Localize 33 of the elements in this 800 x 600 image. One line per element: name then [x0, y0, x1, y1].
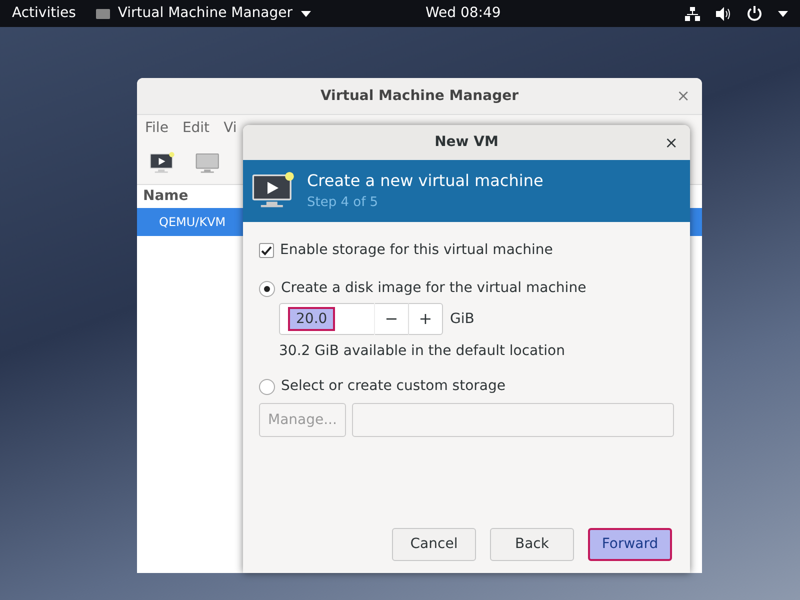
dialog-button[interactable]: Cancel — [392, 528, 476, 561]
close-button[interactable]: × — [664, 130, 678, 154]
volume-icon[interactable] — [716, 6, 731, 20]
step-label: Step 4 of 5 — [307, 194, 380, 212]
new-vm-icon — [149, 152, 175, 174]
monitor-icon — [195, 152, 221, 174]
app-menu[interactable]: Virtual Machine Manager — [118, 3, 292, 24]
banner-heading: Create a new virtual machine — [307, 170, 544, 192]
window-title: Virtual Machine Manager — [320, 86, 519, 106]
activities-button[interactable]: Activities — [12, 3, 76, 24]
storage-path-field[interactable] — [352, 403, 674, 437]
radio-label: Create a disk image for the virtual machine — [281, 279, 586, 298]
storage-checkbox[interactable] — [259, 243, 274, 258]
dialog-title: New VM — [434, 133, 498, 152]
menu-item[interactable]: Edit — [182, 118, 210, 139]
radio-label: Select or create custom storage — [281, 377, 506, 396]
power-icon[interactable] — [747, 6, 762, 21]
menu-item[interactable]: File — [145, 118, 168, 139]
menu-item[interactable]: Vi — [224, 118, 237, 139]
caret-icon — [300, 10, 310, 16]
dialog-button[interactable]: Forward — [588, 528, 672, 561]
unit-label: GiB — [450, 310, 474, 328]
available-space-text: 30.2 GiB available in the default location — [279, 342, 566, 361]
radio-button[interactable] — [259, 378, 275, 394]
close-button[interactable]: × — [676, 84, 690, 108]
checkbox-label: Enable storage for this virtual machine — [280, 241, 553, 260]
monitor-play-icon — [251, 172, 295, 210]
network-icon[interactable] — [685, 6, 700, 20]
caret-icon[interactable] — [778, 10, 788, 16]
dialog-button[interactable]: Back — [490, 528, 574, 561]
radio-button[interactable] — [259, 280, 275, 296]
app-icon — [96, 8, 110, 18]
clock[interactable]: Wed 08:49 — [426, 3, 501, 24]
